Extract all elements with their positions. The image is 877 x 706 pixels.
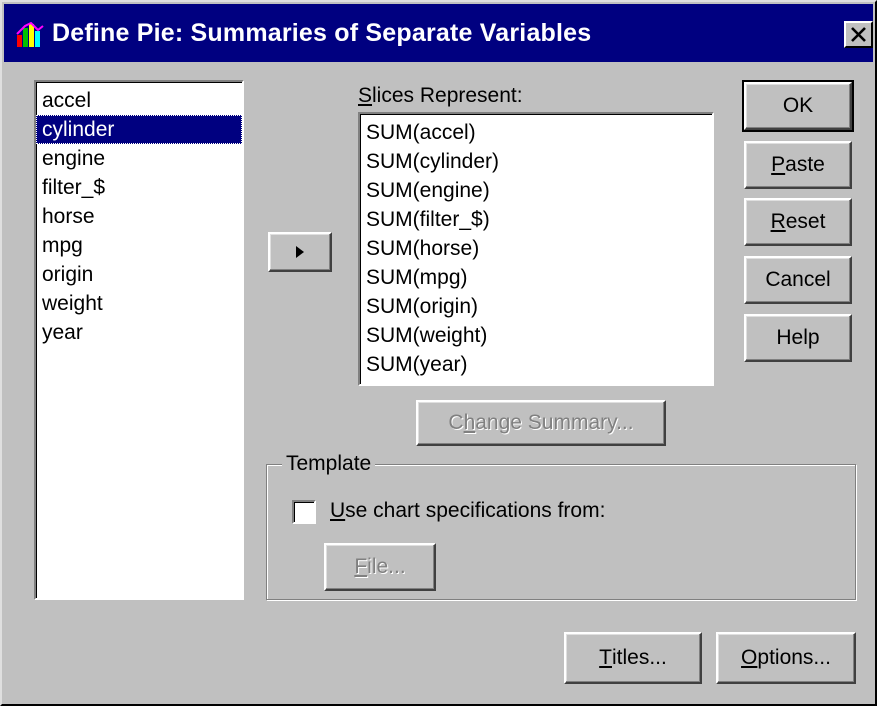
variable-list-item[interactable]: filter_$ <box>36 173 242 202</box>
variable-list-item[interactable]: accel <box>36 86 242 115</box>
variable-list-item[interactable]: origin <box>36 260 242 289</box>
template-group-title: Template <box>282 452 376 476</box>
slice-list-item[interactable]: SUM(accel) <box>360 118 712 147</box>
use-chart-specs-label[interactable]: Use chart specifications from: <box>330 499 605 523</box>
variable-list-item[interactable]: horse <box>36 202 242 231</box>
help-button[interactable]: Help <box>744 314 852 362</box>
file-button[interactable]: File... <box>324 543 436 591</box>
reset-button[interactable]: Reset <box>744 198 852 246</box>
slice-list-item[interactable]: SUM(filter_$) <box>360 205 712 234</box>
window-title: Define Pie: Summaries of Separate Variab… <box>52 19 592 47</box>
slice-list-item[interactable]: SUM(origin) <box>360 292 712 321</box>
change-summary-button[interactable]: Ch ange Summary... <box>416 400 666 446</box>
source-variable-list[interactable]: accel cylinder engine filter_$ horse mpg origi… <box>34 80 244 600</box>
define-pie-dialog: Define Pie: Summaries of Separate Variab… <box>0 0 877 706</box>
titles-button[interactable]: Titles... <box>564 632 702 684</box>
close-icon <box>851 27 866 42</box>
spss-chart-icon <box>16 22 44 47</box>
slice-list-item[interactable]: SUM(engine) <box>360 176 712 205</box>
title-bar[interactable]: Define Pie: Summaries of Separate Variab… <box>4 4 873 62</box>
slice-list-item[interactable]: SUM(weight) <box>360 321 712 350</box>
slice-list-item[interactable]: SUM(cylinder) <box>360 147 712 176</box>
use-chart-specs-checkbox[interactable] <box>292 500 316 524</box>
slice-list-item[interactable]: SUM(mpg) <box>360 263 712 292</box>
slices-represent-label: Slices Represent: <box>358 84 523 107</box>
slice-list-item[interactable]: SUM(horse) <box>360 234 712 263</box>
variable-list-item[interactable]: cylinder <box>36 115 242 144</box>
move-variable-button[interactable] <box>268 232 332 272</box>
variable-list-item[interactable]: year <box>36 318 242 347</box>
variable-list-item[interactable]: engine <box>36 144 242 173</box>
cancel-button[interactable]: Cancel <box>744 256 852 304</box>
arrow-right-icon <box>296 246 304 258</box>
slices-represent-list[interactable]: SUM(accel) SUM(cylinder) SUM(engine) SUM(fi… <box>358 112 714 386</box>
variable-list-item[interactable]: weight <box>36 289 242 318</box>
paste-button[interactable]: Paste <box>744 141 852 189</box>
close-button[interactable] <box>844 21 873 48</box>
variable-list-item[interactable]: mpg <box>36 231 242 260</box>
slice-list-item[interactable]: SUM(year) <box>360 350 712 379</box>
options-button[interactable]: Options... <box>716 632 856 684</box>
ok-button[interactable]: OK <box>742 80 854 132</box>
